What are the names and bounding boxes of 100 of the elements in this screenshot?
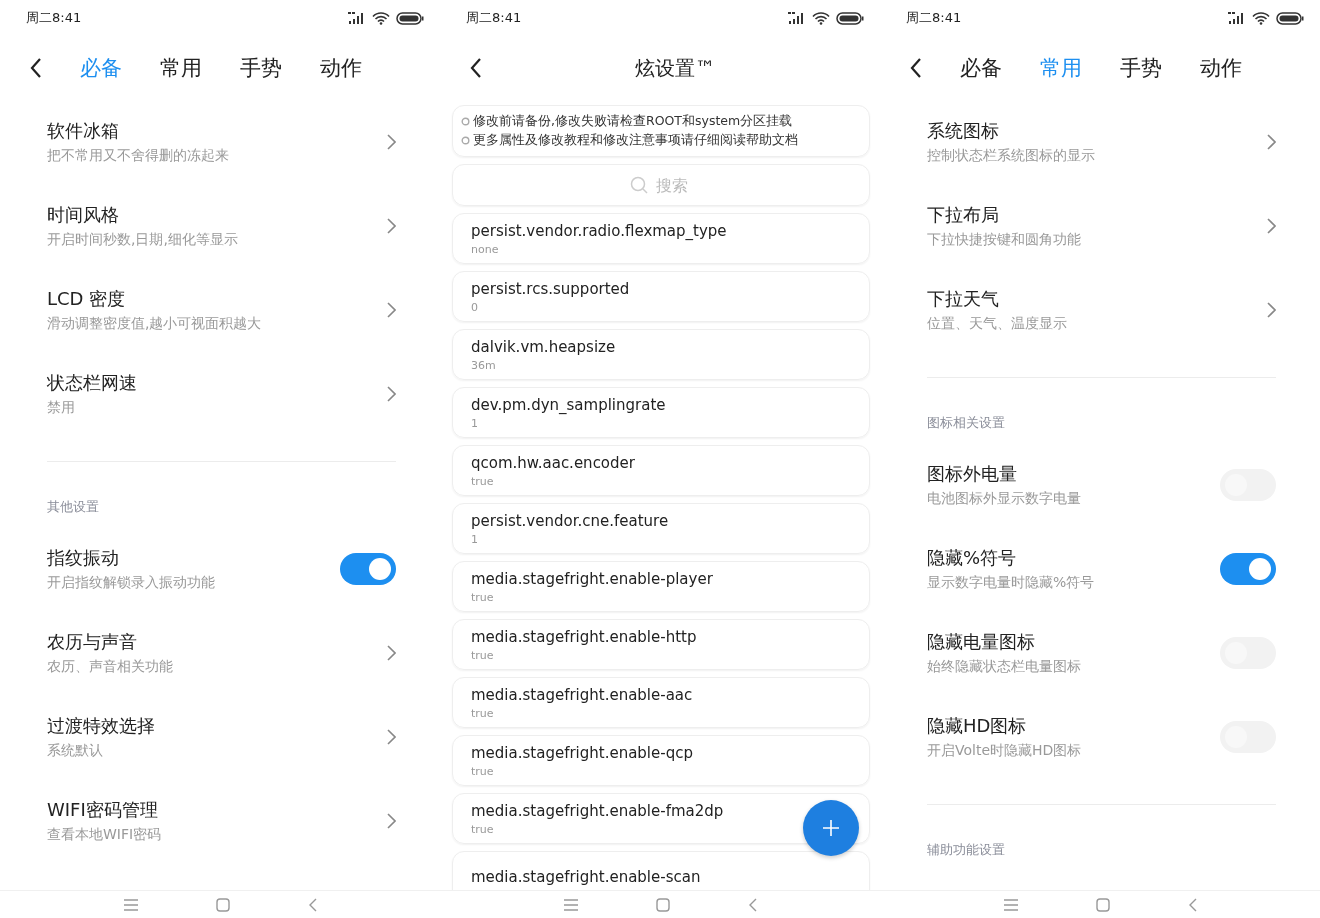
tab[interactable]: 常用 — [160, 54, 202, 82]
setting-description: 电池图标外显示数字电量 — [927, 490, 1081, 508]
property-card[interactable]: media.stagefright.enable-player true — [452, 561, 870, 612]
toggle-switch[interactable] — [340, 553, 396, 585]
property-value: true — [471, 474, 494, 488]
property-value: 1 — [471, 532, 478, 546]
search-icon — [630, 176, 648, 194]
section-header: 图标相关设置 — [927, 415, 1005, 430]
chevron-icon[interactable] — [1267, 302, 1276, 318]
property-name: persist.rcs.supported — [471, 279, 630, 298]
section-header: 辅助功能设置 — [927, 842, 1005, 857]
setting-description: 开启Volte时隐藏HD图标 — [927, 742, 1082, 760]
setting-title: LCD 密度 — [47, 287, 127, 311]
setting-title: 过渡特效选择 — [47, 714, 155, 738]
setting-title: 下拉布局 — [927, 203, 1000, 227]
menu-icon[interactable] — [1003, 898, 1018, 911]
property-card[interactable]: persist.rcs.supported 0 — [452, 271, 870, 322]
property-name: media.stagefright.enable-player — [471, 569, 713, 588]
home-icon[interactable] — [215, 897, 230, 912]
setting-description: 禁用 — [47, 399, 76, 417]
setting-title: 图标外电量 — [927, 462, 1018, 486]
property-card[interactable]: media.stagefright.enable-http true — [452, 619, 870, 670]
property-value: true — [471, 764, 494, 778]
setting-title: 下拉天气 — [927, 287, 1000, 311]
property-value: 0 — [471, 300, 478, 314]
property-name: media.stagefright.enable-qcp — [471, 743, 693, 762]
setting-title: 软件冰箱 — [47, 119, 120, 143]
chevron-icon[interactable] — [387, 218, 396, 234]
tab[interactable]: 必备 — [960, 54, 1002, 82]
chevron-icon[interactable] — [1267, 134, 1276, 150]
setting-title: WIFI密码管理 — [47, 798, 159, 822]
property-name: persist.vendor.cne.feature — [471, 511, 669, 530]
setting-description: 下拉快捷按键和圆角功能 — [927, 231, 1081, 249]
back-icon[interactable] — [30, 58, 42, 78]
setting-description: 位置、天气、温度显示 — [927, 315, 1067, 333]
search-field[interactable]: 搜索 — [656, 175, 692, 195]
property-card[interactable]: dev.pm.dyn_samplingrate 1 — [452, 387, 870, 438]
tab[interactable]: 动作 — [320, 54, 362, 82]
setting-title: 农历与声音 — [47, 630, 138, 654]
setting-title: 状态栏网速 — [47, 371, 137, 395]
chevron-icon[interactable] — [387, 302, 396, 318]
chevron-icon[interactable] — [387, 386, 396, 402]
setting-description: 把不常用又不舍得删的冻起来 — [47, 147, 229, 165]
tab[interactable]: 动作 — [1200, 54, 1242, 82]
property-value: true — [471, 590, 494, 604]
status-time: 周二8:41 — [466, 9, 522, 27]
home-icon[interactable] — [655, 897, 670, 912]
menu-icon[interactable] — [563, 898, 578, 911]
signal-icon — [788, 12, 806, 24]
notice-text: 修改前请备份,修改失败请检查ROOT和system分区挂载 — [473, 113, 793, 130]
chevron-icon[interactable] — [387, 645, 396, 661]
setting-description: 系统默认 — [47, 742, 104, 760]
plus-icon — [823, 820, 839, 836]
chevron-icon[interactable] — [387, 813, 396, 829]
setting-description: 开启时间秒数,日期,细化等显示 — [47, 231, 238, 249]
property-card[interactable]: dalvik.vm.heapsize 36m — [452, 329, 870, 380]
status-time: 周二8:41 — [26, 9, 82, 27]
property-card[interactable]: persist.vendor.radio.flexmap_type none — [452, 213, 870, 264]
property-name: qcom.hw.aac.encoder — [471, 453, 635, 472]
chevron-icon[interactable] — [387, 134, 396, 150]
setting-description: 农历、声音相关功能 — [47, 658, 173, 676]
property-name: media.stagefright.enable-scan — [471, 867, 701, 886]
chevron-icon[interactable] — [387, 729, 396, 745]
setting-title: 系统图标 — [927, 119, 1000, 143]
property-value: 36m — [471, 358, 496, 372]
setting-description: 控制状态栏系统图标的显示 — [927, 147, 1095, 165]
setting-description: 查看本地WIFI密码 — [47, 826, 162, 844]
setting-description: 显示数字电量时隐藏%符号 — [927, 574, 1095, 592]
menu-icon[interactable] — [123, 898, 138, 911]
property-value: 1 — [471, 416, 478, 430]
battery-icon — [396, 11, 424, 25]
property-name: dalvik.vm.heapsize — [471, 337, 616, 356]
wifi-icon — [372, 11, 390, 25]
property-card[interactable]: persist.vendor.cne.feature 1 — [452, 503, 870, 554]
back-icon[interactable] — [910, 58, 922, 78]
bullet-icon — [461, 117, 470, 126]
property-name: dev.pm.dyn_samplingrate — [471, 395, 666, 414]
signal-icon — [1228, 12, 1246, 24]
toggle-switch[interactable] — [1220, 553, 1276, 585]
back-icon[interactable] — [470, 58, 482, 78]
property-name: media.stagefright.enable-fma2dp — [471, 801, 724, 820]
property-card[interactable]: media.stagefright.enable-aac true — [452, 677, 870, 728]
property-value: true — [471, 648, 494, 662]
bullet-icon — [461, 136, 470, 145]
wifi-icon — [812, 11, 830, 25]
section-header: 其他设置 — [47, 499, 99, 514]
setting-title: 隐藏%符号 — [927, 546, 1018, 570]
home-icon[interactable] — [1095, 897, 1110, 912]
setting-description: 滑动调整密度值,越小可视面积越大 — [47, 315, 262, 333]
chevron-icon[interactable] — [1267, 218, 1276, 234]
property-card[interactable]: media.stagefright.enable-qcp true — [452, 735, 870, 786]
property-card[interactable]: qcom.hw.aac.encoder true — [452, 445, 870, 496]
setting-title: 隐藏电量图标 — [927, 630, 1036, 654]
tab[interactable]: 手势 — [240, 54, 282, 82]
add-button[interactable] — [803, 800, 859, 856]
property-value: none — [471, 242, 499, 256]
property-name: media.stagefright.enable-aac — [471, 685, 693, 704]
status-time: 周二8:41 — [906, 9, 962, 27]
notice-text: 更多属性及修改教程和修改注意事项请仔细阅读帮助文档 — [473, 132, 798, 149]
tab[interactable]: 手势 — [1120, 54, 1162, 82]
